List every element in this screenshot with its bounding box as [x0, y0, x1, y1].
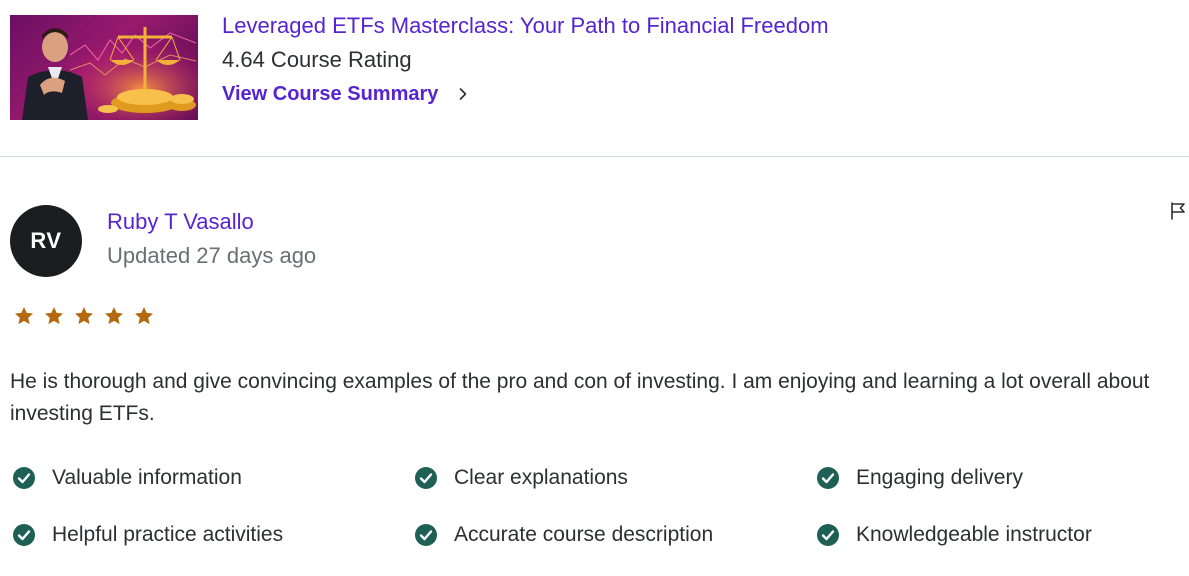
review-tag: Knowledgeable instructor [816, 523, 1182, 547]
review-tag: Accurate course description [414, 523, 816, 547]
star-icon [135, 307, 153, 325]
check-circle-icon [13, 467, 35, 489]
view-course-summary-link[interactable]: View Course Summary [222, 80, 470, 108]
course-title-link[interactable]: Leveraged ETFs Masterclass: Your Path to… [222, 12, 829, 40]
course-thumbnail[interactable] [10, 15, 198, 120]
course-header: Leveraged ETFs Masterclass: Your Path to… [0, 0, 1189, 157]
review-tag-label: Accurate course description [454, 523, 714, 546]
review-tag-label: Knowledgeable instructor [856, 523, 1092, 546]
check-circle-icon [817, 524, 839, 546]
review-tag-label: Helpful practice activities [52, 523, 284, 546]
star-icon [45, 307, 63, 325]
review-tag: Engaging delivery [816, 466, 1182, 490]
review-tag-label: Valuable information [52, 466, 242, 489]
review-text: He is thorough and give convincing examp… [10, 370, 1150, 425]
check-circle-icon [415, 467, 437, 489]
review-updated-date: Updated 27 days ago [107, 243, 317, 268]
flag-icon [1171, 202, 1185, 220]
review-tag-label: Engaging delivery [856, 466, 1023, 489]
check-circle-icon [13, 524, 35, 546]
review-tag: Clear explanations [414, 466, 816, 490]
check-circle-icon [415, 524, 437, 546]
course-rating: 4.64 Course Rating [222, 47, 412, 72]
review-tag-label: Clear explanations [454, 466, 628, 489]
star-icon [75, 307, 93, 325]
check-circle-icon [817, 467, 839, 489]
reviewer-name-link[interactable]: Ruby T Vasallo [107, 208, 254, 236]
view-course-summary-label: View Course Summary [222, 83, 439, 105]
review-tags: Valuable information Clear explanations En… [12, 466, 1182, 547]
course-thumbnail-image [10, 15, 198, 120]
report-review-button[interactable] [1168, 200, 1188, 222]
star-rating [13, 305, 155, 327]
review-tag: Helpful practice activities [12, 523, 414, 547]
avatar: RV [10, 205, 82, 277]
star-icon [105, 307, 123, 325]
review-tag: Valuable information [12, 466, 414, 490]
chevron-right-icon [460, 88, 467, 100]
star-icon [15, 307, 33, 325]
